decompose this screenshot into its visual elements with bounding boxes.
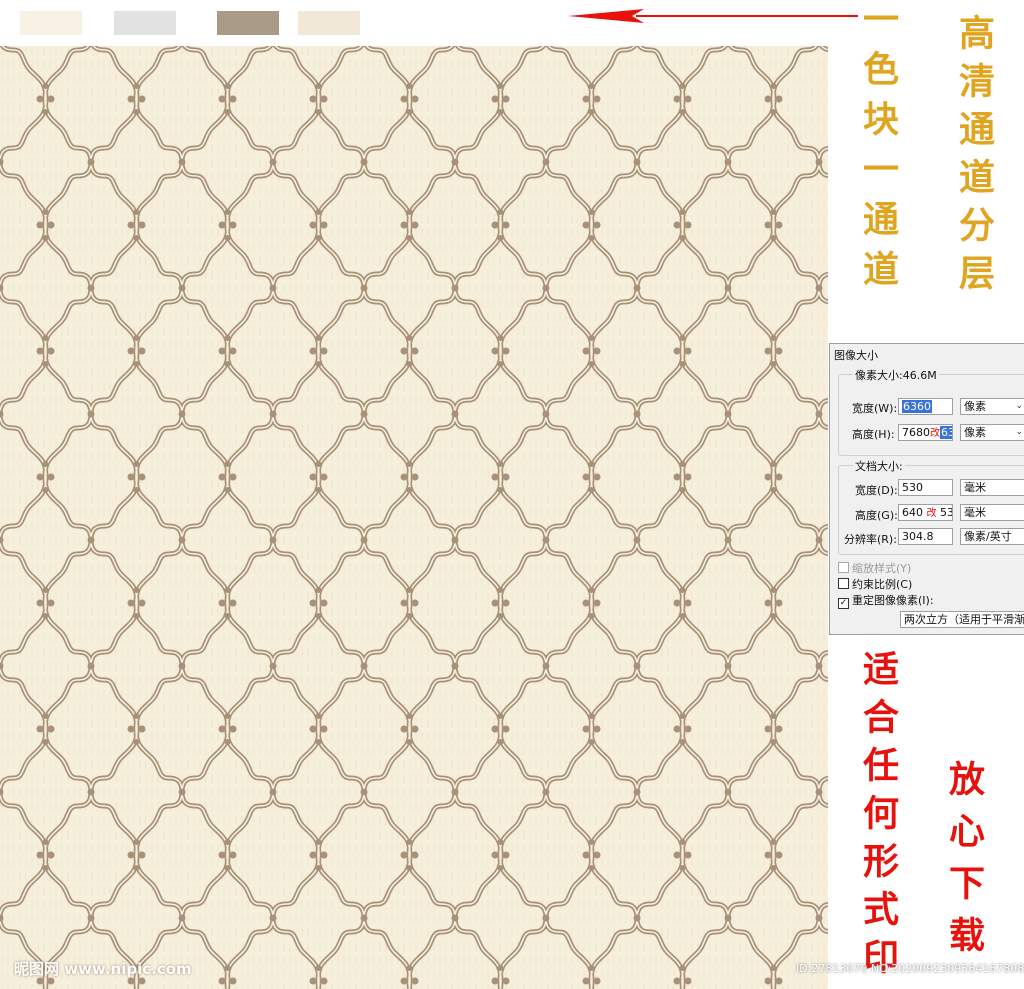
- safe-download-annotation: 放心下载: [943, 760, 985, 968]
- resample-method-select[interactable]: 两次立方（适用于平滑渐变: [900, 611, 1024, 628]
- doc-width-value: 530: [902, 481, 923, 494]
- resolution-unit-value: 像素/英寸: [964, 530, 1012, 543]
- resample-label: 重定图像像素(I):: [852, 594, 934, 607]
- resolution-field[interactable]: 304.8: [898, 528, 953, 545]
- swatch-cream: [20, 11, 82, 35]
- height-new-value: 6360: [940, 426, 952, 439]
- checkbox-box: [838, 578, 849, 589]
- doc-height-unit-value: 毫米: [964, 506, 986, 519]
- width-unit-select[interactable]: 像素 ⌄: [960, 398, 1024, 415]
- doc-height-field[interactable]: 640 改 530: [898, 504, 953, 521]
- scale-styles-label: 缩放样式(Y): [852, 562, 912, 575]
- width-label: 宽度(W):: [852, 402, 898, 415]
- swatch-light-gray: [114, 11, 176, 35]
- height-value: 7680: [902, 426, 930, 439]
- doc-width-unit-value: 毫米: [964, 481, 986, 494]
- document-size-label: 文档大小:: [853, 458, 905, 474]
- resample-checkbox[interactable]: ✓ 重定图像像素(I):: [838, 592, 934, 609]
- ogee-pattern-image: [0, 46, 828, 989]
- swatch-beige: [298, 11, 360, 35]
- doc-width-unit-select[interactable]: 毫米: [960, 479, 1024, 496]
- hd-layers-annotation: 高清通道分层: [953, 14, 995, 302]
- height-unit-select[interactable]: 像素 ⌄: [960, 424, 1024, 441]
- height-unit-value: 像素: [964, 426, 986, 439]
- doc-width-label: 宽度(D):: [855, 484, 898, 497]
- chevron-down-icon: ⌄: [1015, 427, 1023, 437]
- one-channel-annotation: 一色块一通道: [857, 0, 899, 300]
- resolution-unit-select[interactable]: 像素/英寸: [960, 528, 1024, 545]
- resolution-label: 分辨率(R):: [844, 533, 897, 546]
- width-value: 6360: [902, 400, 932, 413]
- left-arrow-icon: [568, 9, 858, 23]
- swatch-taupe: [217, 11, 279, 35]
- constrain-proportions-checkbox[interactable]: 约束比例(C): [838, 576, 912, 592]
- constrain-label: 约束比例(C): [852, 578, 913, 591]
- scale-styles-checkbox[interactable]: 缩放样式(Y): [838, 560, 911, 576]
- checkmark-icon: ✓: [838, 598, 849, 609]
- height-label: 高度(H):: [852, 428, 895, 441]
- resample-method-value: 两次立方（适用于平滑渐变: [904, 613, 1024, 626]
- chevron-down-icon: ⌄: [1015, 401, 1023, 411]
- doc-height-value: 640: [902, 506, 923, 519]
- doc-height-new-value: 530: [940, 506, 952, 519]
- height-field[interactable]: 7680改6360: [898, 424, 953, 441]
- height-change-note: 改: [930, 428, 940, 439]
- id-watermark: ID:27813070 NO:20200923095641678083: [796, 962, 1024, 975]
- width-unit-value: 像素: [964, 400, 986, 413]
- checkbox-box: [838, 562, 849, 573]
- doc-height-change-note: 改: [926, 508, 937, 519]
- resolution-value: 304.8: [902, 530, 934, 543]
- pixel-dimensions-label: 像素大小:46.6M: [853, 367, 939, 383]
- width-field[interactable]: 6360: [898, 398, 953, 415]
- doc-width-field[interactable]: 530: [898, 479, 953, 496]
- doc-height-label: 高度(G):: [855, 509, 898, 522]
- site-watermark: 昵图网 www.nipic.com: [14, 960, 192, 978]
- image-size-dialog: 图像大小 像素大小:46.6M 宽度(W): 6360 像素 ⌄ 高度(H): 7…: [829, 343, 1024, 635]
- doc-height-unit-select[interactable]: 毫米: [960, 504, 1024, 521]
- dialog-title: 图像大小: [834, 349, 878, 362]
- any-print-annotation: 适合任何形式印: [857, 650, 899, 986]
